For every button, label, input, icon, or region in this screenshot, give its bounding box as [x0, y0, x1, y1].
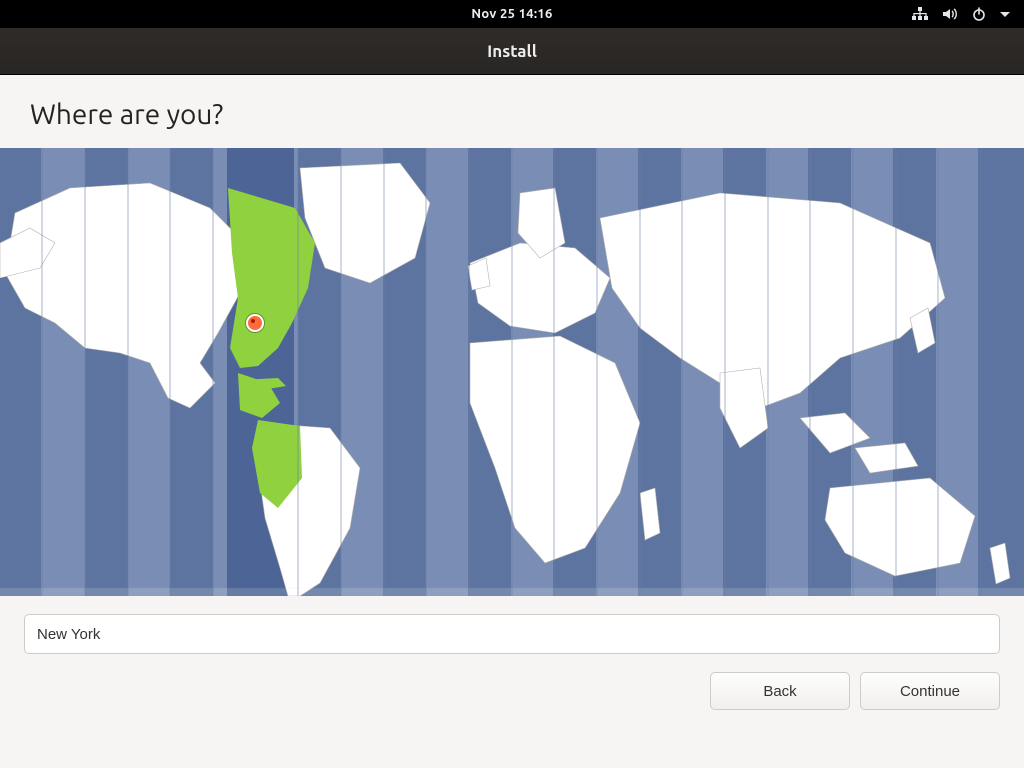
- gnome-top-bar: Nov 25 14:16: [0, 0, 1024, 28]
- timezone-input[interactable]: [24, 614, 1000, 654]
- continue-button[interactable]: Continue: [860, 672, 1000, 710]
- system-tray: [912, 0, 1010, 28]
- menu-down-icon[interactable]: [1000, 7, 1010, 21]
- timezone-form-row: [0, 596, 1024, 654]
- back-button[interactable]: Back: [710, 672, 850, 710]
- installer-page: Where are you?: [0, 75, 1024, 768]
- window-titlebar: Install: [0, 28, 1024, 75]
- power-icon[interactable]: [972, 7, 986, 21]
- clock-label: Nov 25 14:16: [471, 7, 552, 21]
- location-pin: [246, 314, 264, 332]
- window-title: Install: [487, 42, 537, 61]
- page-title: Where are you?: [0, 75, 1024, 148]
- volume-icon[interactable]: [942, 7, 958, 21]
- world-map-svg: [0, 148, 1024, 596]
- timezone-map[interactable]: [0, 148, 1024, 596]
- network-icon[interactable]: [912, 7, 928, 21]
- nav-button-row: Back Continue: [0, 654, 1024, 710]
